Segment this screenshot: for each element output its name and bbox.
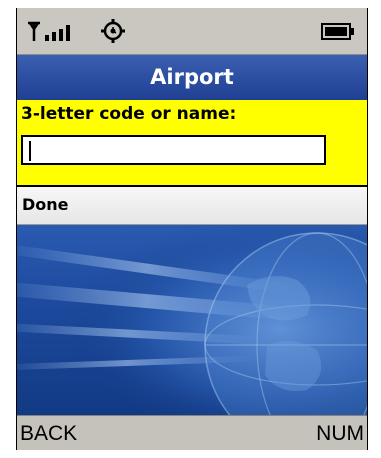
signal-strength-icon (28, 21, 70, 41)
battery-full-icon (321, 23, 354, 40)
globe-wallpaper-image (17, 225, 367, 415)
done-label: Done (22, 195, 69, 214)
back-softkey[interactable]: BACK (20, 422, 77, 446)
title-bar: Airport (17, 55, 367, 100)
airport-form: 3-letter code or name: (17, 100, 367, 185)
phone-frame: Airport 3-letter code or name: Done BACK… (0, 0, 381, 458)
text-cursor (29, 141, 31, 161)
wallpaper (17, 225, 367, 415)
num-softkey[interactable]: NUM (316, 422, 364, 446)
settings-gear-icon (101, 19, 125, 43)
status-bar (17, 8, 367, 55)
page-title: Airport (150, 65, 234, 89)
screen-right-border (367, 8, 368, 450)
phone-screen: Airport 3-letter code or name: Done BACK… (17, 8, 367, 450)
airport-field-label: 3-letter code or name: (21, 104, 237, 124)
softkey-bar: BACK NUM (17, 415, 367, 450)
airport-code-input[interactable] (21, 135, 326, 165)
done-menu-item[interactable]: Done (17, 187, 367, 225)
